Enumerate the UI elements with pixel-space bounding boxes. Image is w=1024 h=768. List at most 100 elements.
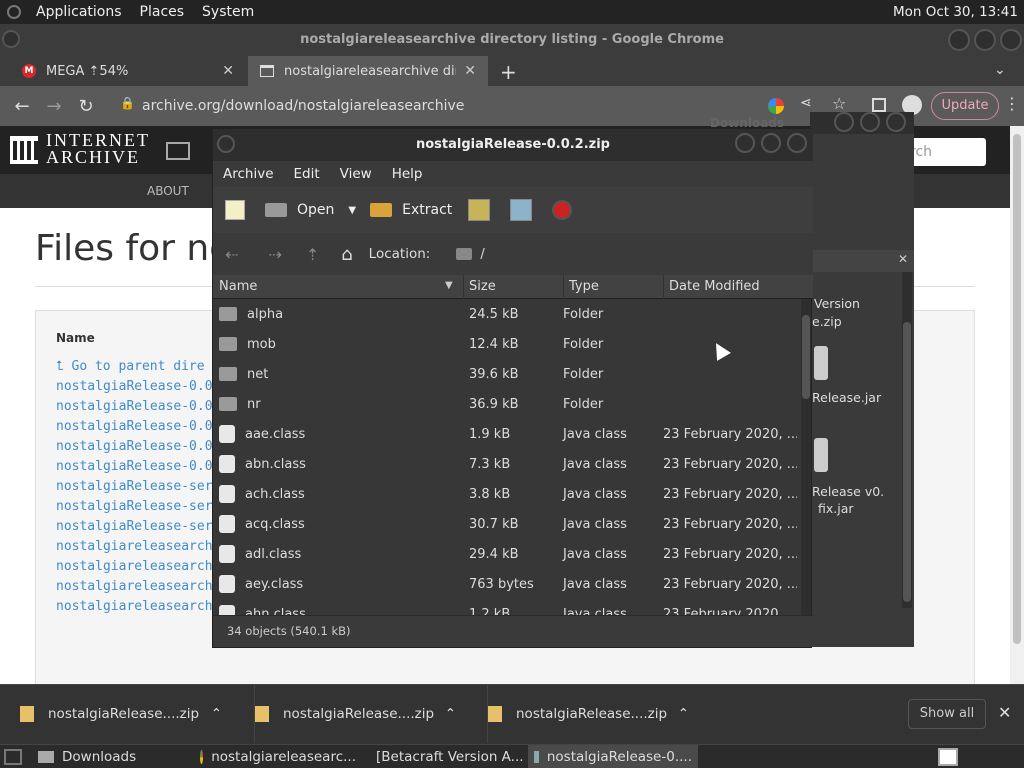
extract-button[interactable]: Extract xyxy=(370,202,452,218)
am-window-menu-button[interactable] xyxy=(217,135,235,153)
download-item[interactable]: nostalgiaRelease....zip ⌃ xyxy=(20,685,236,743)
menu-applications[interactable]: Applications xyxy=(27,4,131,20)
panel-clock[interactable]: Mon Oct 30, 13:41 xyxy=(893,4,1024,20)
table-row[interactable]: nr 36.9 kB Folder xyxy=(213,389,801,419)
taskbar-item-downloads[interactable]: Downloads xyxy=(32,745,194,768)
location-path[interactable]: / xyxy=(480,247,484,262)
nav-about[interactable]: ABOUT xyxy=(147,184,189,198)
bookmark-star-icon[interactable]: ☆ xyxy=(832,94,846,113)
tab-close-icon[interactable]: ✕ xyxy=(222,63,234,79)
minimize-button[interactable] xyxy=(948,29,970,51)
update-button[interactable]: Update xyxy=(931,92,999,120)
table-row[interactable]: ahn.class 1.2 kB Java class 23 February 202… xyxy=(213,599,801,615)
dl-item-label[interactable]: Release v0. xyxy=(812,484,884,499)
tab-close-icon[interactable]: ✕ xyxy=(464,63,476,79)
share-icon[interactable]: ⋖ xyxy=(800,95,812,111)
row-name: aae.class xyxy=(245,426,306,442)
menu-archive[interactable]: Archive xyxy=(213,166,284,182)
kebab-menu-icon[interactable]: ⋮ xyxy=(1004,94,1020,113)
close-icon[interactable]: ✕ xyxy=(898,252,908,266)
am-scrollbar[interactable] xyxy=(801,299,811,615)
am-minimize-button[interactable] xyxy=(735,133,755,153)
menu-view[interactable]: View xyxy=(330,166,382,182)
table-row[interactable]: ach.class 3.8 kB Java class 23 February 202… xyxy=(213,479,801,509)
dl-close-button[interactable] xyxy=(886,112,906,132)
chevron-up-icon[interactable]: ⌃ xyxy=(678,706,689,722)
up-icon[interactable]: ⇡ xyxy=(306,245,319,264)
menu-help[interactable]: Help xyxy=(382,166,433,182)
page-scrollbar[interactable] xyxy=(1010,126,1024,684)
name-column-header[interactable]: Name xyxy=(56,331,95,345)
chevron-up-icon[interactable]: ⌃ xyxy=(211,706,222,722)
col-separator xyxy=(463,275,464,299)
side-panel-icon[interactable] xyxy=(872,98,886,112)
taskbar-item-nostalgia[interactable]: nostalgiaRelease-0.... xyxy=(528,744,698,768)
add-files-icon[interactable] xyxy=(468,199,491,221)
col-date-modified[interactable]: Date Modified xyxy=(669,279,760,294)
tab-archive[interactable]: nostalgiareleasearchive direct ✕ xyxy=(248,56,488,86)
dl-item-label[interactable]: e.zip xyxy=(812,314,842,329)
col-type[interactable]: Type xyxy=(569,279,599,294)
downloads-window[interactable]: Downloads ✕ Version e.zip Release.jar Re… xyxy=(710,112,914,647)
home-icon[interactable]: ⌂ xyxy=(341,244,352,265)
zip-file-icon xyxy=(488,706,502,722)
am-close-button[interactable] xyxy=(787,133,807,153)
close-window-button[interactable] xyxy=(1000,29,1022,51)
table-row[interactable]: alpha 24.5 kB Folder xyxy=(213,299,801,329)
web-icon[interactable] xyxy=(166,142,190,160)
dl-item-label[interactable]: Release.jar xyxy=(812,390,881,405)
chrome-titlebar[interactable]: nostalgiareleasearchive directory listin… xyxy=(0,24,1024,56)
tab-search-chevron-icon[interactable]: ⌄ xyxy=(994,62,1006,78)
scrollbar-thumb[interactable] xyxy=(1013,134,1021,644)
reload-icon[interactable]: ↻ xyxy=(70,96,102,117)
menu-places[interactable]: Places xyxy=(131,4,194,20)
menu-system[interactable]: System xyxy=(193,4,263,20)
table-row[interactable]: aae.class 1.9 kB Java class 23 February 202… xyxy=(213,419,801,449)
back-arrow-icon[interactable]: ← xyxy=(6,96,38,117)
table-row[interactable]: abn.class 7.3 kB Java class 23 February 202… xyxy=(213,449,801,479)
forward-arrow-icon[interactable]: → xyxy=(38,96,70,117)
download-item[interactable]: nostalgiaRelease....zip ⌃ xyxy=(487,685,703,743)
dl-scrollbar[interactable] xyxy=(902,272,912,608)
sort-down-icon[interactable]: ▼ xyxy=(445,280,453,291)
stop-icon[interactable] xyxy=(552,200,573,220)
new-archive-icon[interactable] xyxy=(225,200,245,220)
close-shelf-icon[interactable]: ✕ xyxy=(998,703,1011,722)
forward-icon[interactable]: ⇢ xyxy=(268,245,281,264)
back-icon[interactable]: ⇠ xyxy=(225,245,238,264)
show-desktop-icon[interactable] xyxy=(4,748,22,765)
workspace-switcher-icon[interactable] xyxy=(938,747,958,766)
table-row[interactable]: acq.class 30.7 kB Java class 23 February 20… xyxy=(213,509,801,539)
col-size[interactable]: Size xyxy=(469,279,496,294)
am-titlebar[interactable]: nostalgiaRelease-0.0.2.zip xyxy=(213,129,813,161)
open-dropdown-arrow-icon[interactable]: ▼ xyxy=(348,205,356,216)
distro-logo-icon[interactable] xyxy=(7,5,21,19)
add-folder-icon[interactable] xyxy=(510,199,533,221)
am-maximize-button[interactable] xyxy=(761,133,781,153)
taskbar-item-chrome[interactable]: nostalgiareleasearc... xyxy=(194,745,362,768)
google-icon[interactable] xyxy=(768,98,784,114)
am-scrollbar-thumb[interactable] xyxy=(802,315,810,399)
table-row[interactable]: adl.class 29.4 kB Java class 23 February 20… xyxy=(213,539,801,569)
col-name[interactable]: Name xyxy=(219,279,257,294)
ia-logo-icon[interactable] xyxy=(10,136,38,164)
dl-maximize-button[interactable] xyxy=(860,112,880,132)
tab-mega[interactable]: M MEGA ⇡54% ✕ xyxy=(10,56,246,86)
new-tab-plus-icon[interactable]: + xyxy=(500,60,517,84)
open-button[interactable]: Open xyxy=(265,202,334,218)
maximize-button[interactable] xyxy=(974,29,996,51)
show-all-button[interactable]: Show all xyxy=(908,699,986,729)
am-menubar: Archive Edit View Help xyxy=(213,161,813,187)
dl-minimize-button[interactable] xyxy=(834,112,854,132)
dl-scrollbar-thumb[interactable] xyxy=(903,322,911,602)
chevron-up-icon[interactable]: ⌃ xyxy=(445,706,456,722)
table-row[interactable]: net 39.6 kB Folder xyxy=(213,359,801,389)
table-row[interactable]: aey.class 763 bytes Java class 23 February … xyxy=(213,569,801,599)
window-menu-button[interactable] xyxy=(2,30,20,48)
ia-logo-text[interactable]: INTERNET ARCHIVE xyxy=(46,131,150,166)
menu-edit[interactable]: Edit xyxy=(284,166,330,182)
dl-item-label[interactable]: Version xyxy=(814,296,860,311)
download-item[interactable]: nostalgiaRelease....zip ⌃ xyxy=(254,685,470,743)
taskbar-item-betacraft[interactable]: [Betacraft Version A... xyxy=(362,745,528,768)
dl-item-label[interactable]: fix.jar xyxy=(818,501,854,516)
